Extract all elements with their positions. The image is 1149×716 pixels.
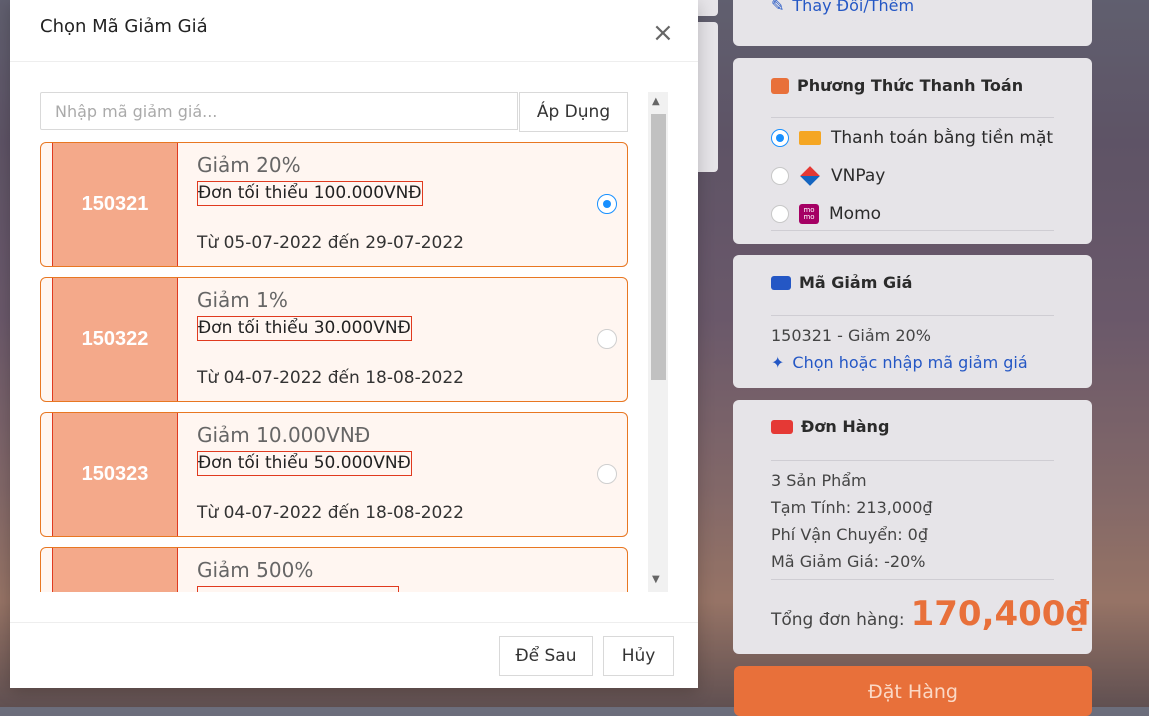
left-panel-remnant-2 bbox=[698, 22, 718, 172]
discount-modal: Chọn Mã Giảm Giá × Áp Dụng 150321 Giảm 2… bbox=[10, 0, 698, 688]
payment-header: Phương Thức Thanh Toán bbox=[771, 76, 1023, 95]
coupon-title: Giảm 10.000VNĐ bbox=[197, 423, 371, 447]
divider bbox=[771, 315, 1054, 316]
coupon-code: 150323 bbox=[52, 413, 178, 536]
place-order-button[interactable]: Đặt Hàng bbox=[734, 666, 1092, 716]
coupon-dates: Từ 04-07-2022 đến 18-08-2022 bbox=[197, 368, 464, 388]
cart-icon bbox=[771, 419, 793, 434]
payment-option-cash[interactable]: Thanh toán bằng tiền mặt bbox=[733, 119, 1092, 157]
payment-option-momo[interactable]: mo mo Momo bbox=[733, 195, 1092, 233]
divider bbox=[771, 579, 1054, 580]
current-discount: 150321 - Giảm 20% bbox=[771, 326, 931, 345]
scroll-up-icon[interactable]: ▲ bbox=[652, 96, 660, 107]
pencil-icon: ✎ bbox=[771, 0, 785, 15]
order-title: Đơn Hàng bbox=[801, 417, 890, 436]
total-value: 170,400₫ bbox=[910, 594, 1090, 634]
divider bbox=[771, 117, 1054, 118]
radio-vnpay[interactable] bbox=[771, 167, 789, 185]
divider bbox=[10, 622, 698, 623]
modal-title: Chọn Mã Giảm Giá bbox=[40, 16, 208, 37]
address-card: ✎ Thay Đổi/Thêm bbox=[733, 0, 1092, 46]
later-button[interactable]: Để Sau bbox=[499, 636, 593, 676]
divider bbox=[771, 230, 1054, 231]
vnpay-icon bbox=[800, 166, 820, 186]
total-label: Tổng đơn hàng: bbox=[771, 610, 905, 630]
coupon-radio[interactable] bbox=[597, 329, 617, 349]
order-total: Tổng đơn hàng: 170,400₫ bbox=[771, 594, 1089, 634]
coupon-min-order: Đơn tối thiểu 30.000VNĐ bbox=[197, 316, 412, 341]
scrollbar-thumb[interactable] bbox=[651, 114, 666, 380]
coupon-min-order: Đơn tối thiểu 50.000VNĐ bbox=[197, 451, 412, 476]
coupon-title: Giảm 1% bbox=[197, 288, 288, 312]
coupon-radio[interactable] bbox=[597, 464, 617, 484]
cash-icon bbox=[799, 131, 821, 145]
order-header: Đơn Hàng bbox=[771, 417, 889, 436]
radio-cash[interactable] bbox=[771, 129, 789, 147]
ticket-icon bbox=[771, 275, 791, 290]
choose-discount-link[interactable]: ✦ Chọn hoặc nhập mã giảm giá bbox=[771, 353, 1028, 372]
order-line-subtotal: Tạm Tính: 213,000₫ bbox=[771, 498, 933, 517]
coupon-title: Giảm 20% bbox=[197, 153, 301, 177]
coupon-dates: Từ 04-07-2022 đến 18-08-2022 bbox=[197, 503, 464, 523]
momo-icon: mo mo bbox=[799, 204, 819, 224]
radio-momo[interactable] bbox=[771, 205, 789, 223]
coupon-item[interactable]: 150323 Giảm 10.000VNĐ Đơn tối thiểu 50.0… bbox=[40, 412, 628, 537]
discount-code-input[interactable] bbox=[40, 92, 518, 130]
coupon-code: 150321 bbox=[52, 143, 178, 266]
discount-title: Mã Giảm Giá bbox=[799, 273, 913, 292]
order-line-shipping: Phí Vận Chuyển: 0₫ bbox=[771, 525, 929, 544]
payment-option-vnpay[interactable]: VNPay bbox=[733, 157, 1092, 195]
payment-title: Phương Thức Thanh Toán bbox=[797, 76, 1024, 95]
coupon-min-order: Đơn tối thiểu 100.000VNĐ bbox=[197, 181, 423, 206]
address-change-link[interactable]: ✎ Thay Đổi/Thêm bbox=[771, 0, 914, 15]
coupon-item[interactable]: 150321 Giảm 20% Đơn tối thiểu 100.000VNĐ… bbox=[40, 142, 628, 267]
coupon-radio[interactable] bbox=[597, 194, 617, 214]
close-icon[interactable]: × bbox=[652, 20, 674, 46]
order-card: Đơn Hàng 3 Sản Phẩm Tạm Tính: 213,000₫ P… bbox=[733, 400, 1092, 654]
coupon-code bbox=[52, 548, 178, 592]
coupon-dates: Từ 05-07-2022 đến 29-07-2022 bbox=[197, 233, 464, 253]
discount-card: Mã Giảm Giá 150321 - Giảm 20% ✦ Chọn hoặ… bbox=[733, 255, 1092, 388]
sprout-icon: ✦ bbox=[771, 353, 785, 372]
order-line-discount: Mã Giảm Giá: -20% bbox=[771, 552, 926, 571]
left-panel-remnant bbox=[698, 0, 718, 16]
apply-button[interactable]: Áp Dụng bbox=[519, 92, 628, 132]
coupon-code: 150322 bbox=[52, 278, 178, 401]
coupon-min-order bbox=[197, 586, 399, 592]
discount-header: Mã Giảm Giá bbox=[771, 273, 912, 292]
wallet-icon bbox=[771, 77, 789, 94]
scroll-down-icon[interactable]: ▼ bbox=[652, 574, 660, 585]
coupon-item[interactable]: Giảm 500% bbox=[40, 547, 628, 592]
order-line-count: 3 Sản Phẩm bbox=[771, 471, 867, 490]
list-scrollbar[interactable]: ▲ ▼ bbox=[648, 92, 668, 592]
coupon-list: 150321 Giảm 20% Đơn tối thiểu 100.000VNĐ… bbox=[40, 140, 640, 592]
coupon-title: Giảm 500% bbox=[197, 558, 314, 582]
payment-card: Phương Thức Thanh Toán Thanh toán bằng t… bbox=[733, 58, 1092, 244]
divider bbox=[10, 61, 698, 62]
divider bbox=[771, 460, 1054, 461]
cancel-button[interactable]: Hủy bbox=[603, 636, 674, 676]
coupon-item[interactable]: 150322 Giảm 1% Đơn tối thiểu 30.000VNĐ T… bbox=[40, 277, 628, 402]
